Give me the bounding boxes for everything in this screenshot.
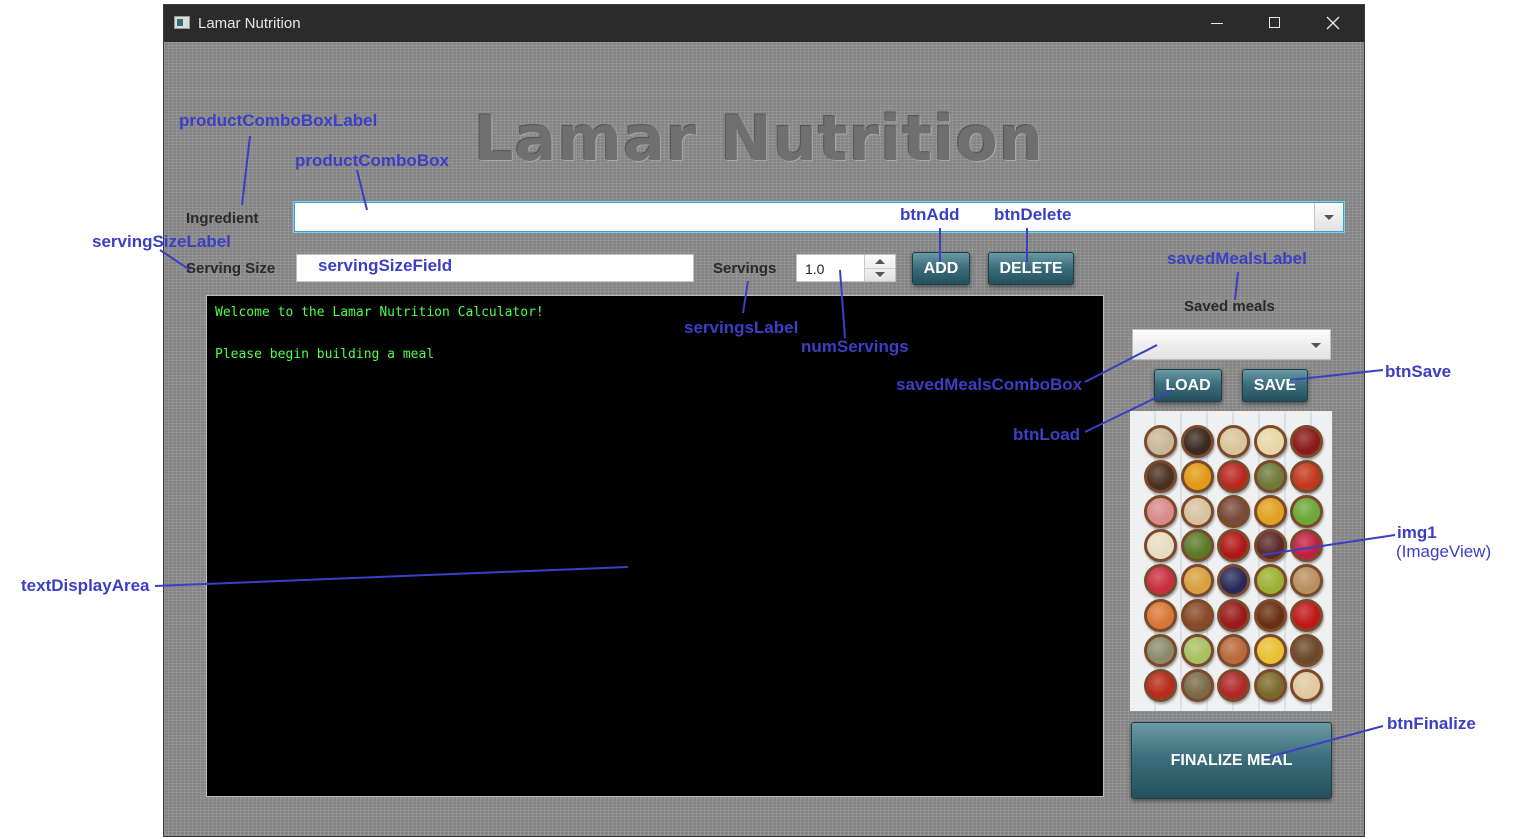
food-bowl bbox=[1144, 564, 1177, 598]
annotation-product-combobox-label: productComboBoxLabel bbox=[179, 111, 378, 130]
product-combobox[interactable] bbox=[294, 202, 1344, 232]
food-bowl bbox=[1290, 425, 1323, 458]
food-bowl bbox=[1144, 599, 1177, 632]
food-bowl bbox=[1290, 633, 1323, 667]
minimize-button[interactable] bbox=[1188, 5, 1246, 42]
food-bowl bbox=[1253, 668, 1287, 702]
annotation-saved-meals-label: savedMealsLabel bbox=[1167, 249, 1307, 268]
load-button[interactable]: LOAD bbox=[1154, 369, 1222, 402]
annotation-text-display-area: textDisplayArea bbox=[21, 576, 150, 595]
food-bowl bbox=[1253, 564, 1287, 598]
food-bowl bbox=[1253, 529, 1287, 563]
maximize-icon bbox=[1269, 17, 1280, 28]
food-bowl bbox=[1144, 494, 1177, 528]
save-button[interactable]: SAVE bbox=[1242, 369, 1308, 402]
servings-label: Servings bbox=[713, 260, 777, 277]
food-bowl bbox=[1217, 529, 1250, 563]
chevron-down-icon bbox=[1324, 215, 1334, 220]
food-bowl bbox=[1290, 668, 1323, 702]
servings-spinner[interactable]: 1.0 bbox=[796, 254, 896, 282]
title-bar[interactable]: Lamar Nutrition bbox=[164, 5, 1364, 42]
food-bowl bbox=[1253, 633, 1287, 667]
finalize-meal-button[interactable]: FINALIZE MEAL bbox=[1131, 722, 1332, 799]
food-bowl bbox=[1217, 599, 1250, 632]
annotation-btn-delete: btnDelete bbox=[994, 205, 1072, 224]
food-bowl bbox=[1253, 494, 1287, 528]
food-bowl bbox=[1180, 494, 1214, 528]
annotation-serving-size-field: servingSizeField bbox=[318, 256, 453, 275]
delete-button[interactable]: DELETE bbox=[988, 252, 1074, 285]
add-button[interactable]: ADD bbox=[912, 252, 970, 285]
food-bowl bbox=[1144, 668, 1177, 702]
annotation-product-combobox: productComboBox bbox=[295, 151, 449, 170]
annotation-img1: img1 bbox=[1397, 523, 1437, 542]
food-bowl bbox=[1144, 459, 1177, 493]
food-bowl bbox=[1180, 529, 1214, 563]
annotation-serving-size-label: servingSizeLabel bbox=[92, 232, 231, 251]
close-icon bbox=[1326, 16, 1340, 30]
food-bowl bbox=[1217, 425, 1250, 458]
food-bowl bbox=[1217, 633, 1250, 667]
minimize-icon bbox=[1211, 23, 1223, 24]
food-bowl bbox=[1144, 633, 1177, 667]
window-title: Lamar Nutrition bbox=[198, 15, 301, 32]
annotation-num-servings: numServings bbox=[801, 337, 909, 356]
annotation-btn-load: btnLoad bbox=[1013, 425, 1081, 444]
food-bowl bbox=[1180, 459, 1214, 493]
spinner-decrement[interactable] bbox=[865, 268, 895, 281]
chevron-down-icon bbox=[1311, 343, 1321, 348]
annotation-btn-finalize: btnFinalize bbox=[1387, 714, 1476, 733]
servings-value[interactable]: 1.0 bbox=[805, 261, 824, 277]
saved-meals-label: Saved meals bbox=[1184, 298, 1275, 315]
annotation-btn-save: btnSave bbox=[1385, 362, 1452, 381]
food-bowl bbox=[1180, 599, 1214, 632]
app-icon bbox=[174, 16, 190, 29]
food-bowl bbox=[1217, 564, 1250, 598]
food-bowl bbox=[1253, 425, 1287, 458]
ingredient-label: Ingredient bbox=[186, 210, 259, 227]
maximize-button[interactable] bbox=[1246, 5, 1304, 42]
chevron-down-icon bbox=[875, 272, 885, 277]
annotation-servings-label: servingsLabel bbox=[684, 318, 799, 337]
food-bowl bbox=[1144, 529, 1177, 563]
app-heading: Lamar Nutrition bbox=[474, 102, 1045, 175]
saved-meals-combobox[interactable] bbox=[1132, 329, 1331, 360]
food-bowl bbox=[1290, 494, 1323, 528]
food-bowl bbox=[1290, 529, 1323, 563]
food-bowl bbox=[1180, 633, 1214, 667]
food-bowl bbox=[1290, 599, 1323, 632]
food-bowl bbox=[1217, 494, 1250, 528]
food-bowl bbox=[1253, 459, 1287, 493]
close-button[interactable] bbox=[1304, 5, 1362, 42]
food-bowl bbox=[1290, 564, 1323, 598]
food-bowl bbox=[1180, 564, 1214, 598]
spinner-buttons bbox=[864, 255, 895, 281]
food-bowl bbox=[1217, 459, 1250, 493]
food-bowl bbox=[1253, 599, 1287, 632]
product-combobox-arrow[interactable] bbox=[1314, 203, 1343, 231]
annotation-saved-meals-combobox: savedMealsComboBox bbox=[896, 375, 1083, 394]
chevron-up-icon bbox=[875, 259, 885, 264]
food-bowl bbox=[1180, 425, 1214, 458]
serving-size-label: Serving Size bbox=[186, 260, 276, 277]
food-bowl bbox=[1180, 668, 1214, 702]
food-bowl bbox=[1144, 425, 1177, 458]
spinner-increment[interactable] bbox=[865, 255, 895, 269]
food-bowl bbox=[1217, 668, 1250, 702]
food-image bbox=[1130, 411, 1332, 711]
annotation-img1-type: (ImageView) bbox=[1396, 542, 1492, 561]
annotation-btn-add: btnAdd bbox=[900, 205, 960, 224]
text-display-area[interactable]: Welcome to the Lamar Nutrition Calculato… bbox=[206, 295, 1104, 797]
food-bowl bbox=[1290, 459, 1323, 493]
